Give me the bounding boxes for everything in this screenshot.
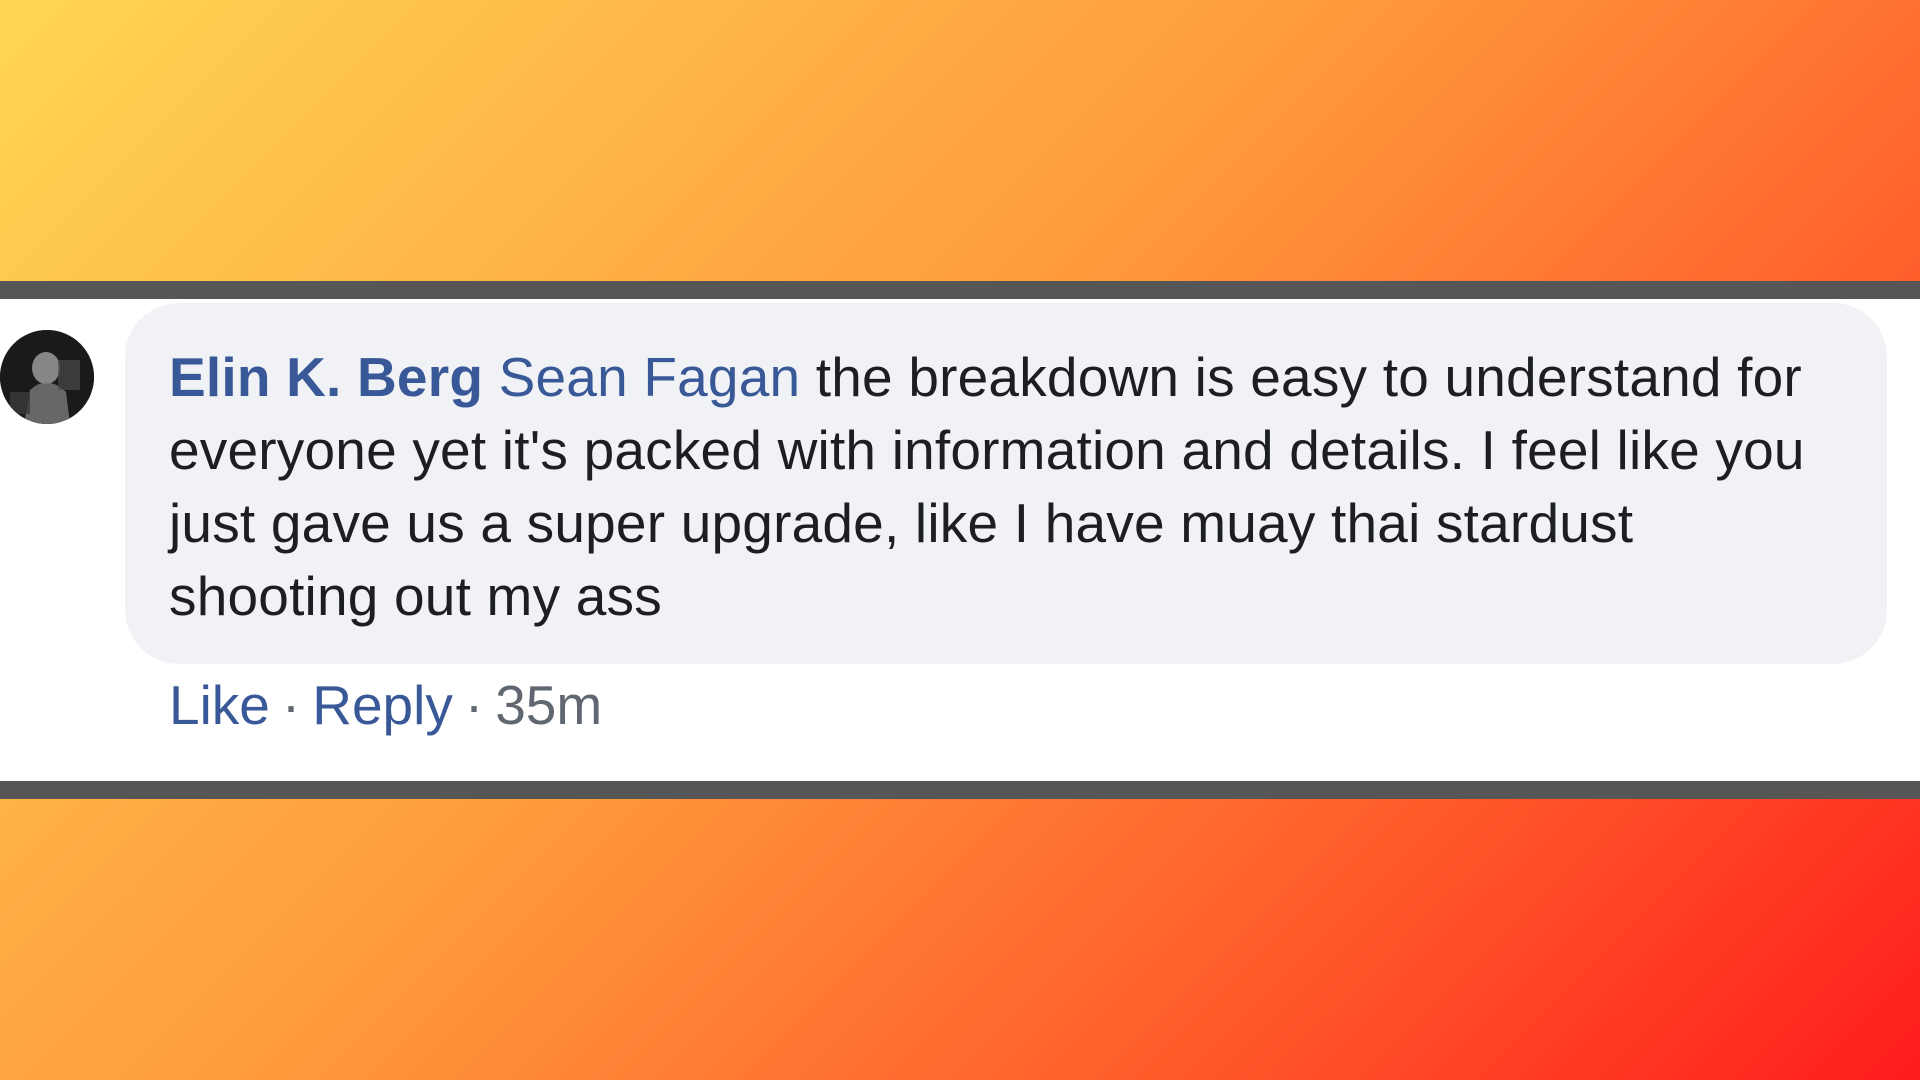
- separator-dot: ·: [281, 674, 301, 736]
- author-name-link[interactable]: Elin K. Berg: [169, 346, 483, 408]
- mention-link[interactable]: Sean Fagan: [499, 346, 801, 408]
- bottom-divider: [0, 781, 1920, 799]
- top-divider: [0, 281, 1920, 299]
- avatar[interactable]: [0, 330, 94, 424]
- comment-timestamp[interactable]: 35m: [495, 674, 602, 736]
- reply-button[interactable]: Reply: [312, 674, 453, 736]
- user-avatar-icon: [0, 330, 94, 424]
- separator-dot: ·: [464, 674, 484, 736]
- comment-panel: Elin K. Berg Sean Fagan the breakdown is…: [0, 299, 1920, 781]
- comment-actions: Like · Reply · 35m: [169, 675, 602, 735]
- comment-bubble: Elin K. Berg Sean Fagan the breakdown is…: [125, 303, 1887, 664]
- comment-text: Elin K. Berg Sean Fagan the breakdown is…: [169, 341, 1843, 633]
- like-button[interactable]: Like: [169, 674, 270, 736]
